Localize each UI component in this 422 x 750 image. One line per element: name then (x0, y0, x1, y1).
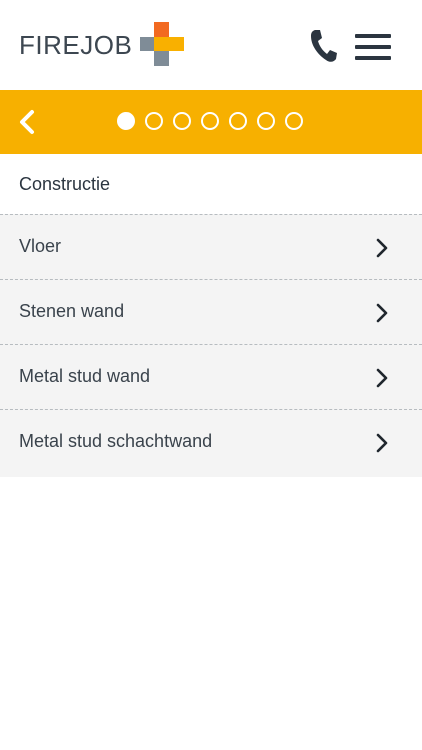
step-dot-active[interactable] (117, 112, 135, 130)
hamburger-menu-icon[interactable] (355, 33, 391, 61)
step-dot[interactable] (285, 112, 303, 130)
section-title: Constructie (19, 174, 111, 194)
step-dot[interactable] (229, 112, 247, 130)
step-dot[interactable] (257, 112, 275, 130)
step-navigation-bar (0, 90, 422, 154)
chevron-right-icon (376, 368, 388, 388)
chevron-left-icon[interactable] (14, 106, 42, 138)
chevron-right-icon (376, 238, 388, 258)
app-header: FIREJOB (0, 0, 422, 90)
list-item[interactable]: Stenen wand (0, 279, 422, 344)
step-indicator (117, 112, 303, 132)
section-header: Constructie (0, 154, 422, 214)
phone-icon[interactable] (308, 28, 338, 64)
list-item-label: Stenen wand (19, 301, 125, 321)
construction-list: Vloer Stenen wand Metal stud wand Metal stu… (0, 214, 422, 477)
list-item[interactable]: Metal stud wand (0, 344, 422, 409)
firejob-logo-icon (140, 22, 184, 66)
step-dot[interactable] (201, 112, 219, 130)
chevron-right-icon (376, 433, 388, 453)
list-item-label: Vloer (19, 236, 62, 256)
list-item-label: Metal stud schachtwand (19, 431, 213, 451)
step-dot[interactable] (173, 112, 191, 130)
list-item-label: Metal stud wand (19, 366, 151, 386)
logo-text: FIREJOB (19, 30, 133, 60)
chevron-right-icon (376, 303, 388, 323)
list-item[interactable]: Metal stud schachtwand (0, 409, 422, 477)
list-item[interactable]: Vloer (0, 214, 422, 279)
step-dot[interactable] (145, 112, 163, 130)
